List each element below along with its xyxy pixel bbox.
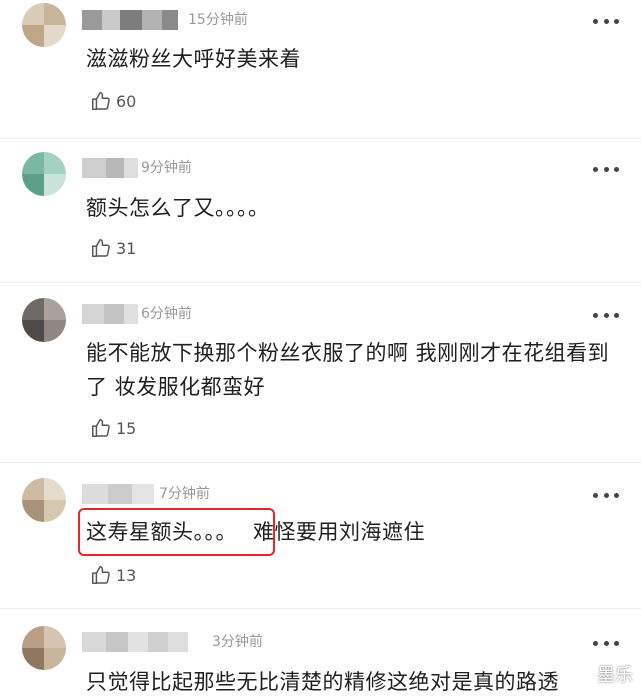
like-count: 31: [116, 238, 137, 258]
like-button[interactable]: 13: [90, 562, 136, 588]
like-count: 15: [116, 418, 137, 438]
thumbs-up-icon: [92, 239, 110, 257]
comment-text-rest: 难怪要用刘海遮住: [253, 520, 425, 544]
like-button[interactable]: 60: [90, 88, 136, 114]
comment-time: 15分钟前: [188, 12, 248, 28]
comment-time: 9分钟前: [141, 160, 192, 176]
username-blurred[interactable]: [82, 484, 154, 504]
like-button[interactable]: 15: [90, 415, 136, 441]
like-button[interactable]: 31: [90, 235, 136, 261]
thumbs-up-icon: [92, 92, 110, 110]
more-dots-icon[interactable]: [593, 164, 619, 174]
avatar[interactable]: [22, 626, 66, 670]
divider: [0, 608, 641, 609]
avatar[interactable]: [22, 3, 66, 47]
thumbs-up-icon: [92, 419, 110, 437]
username-blurred[interactable]: [82, 158, 138, 178]
username-blurred[interactable]: [82, 304, 138, 324]
comment-text: 能不能放下换那个粉丝衣服了的啊 我刚刚才在花组看到了 妆发服化都蛮好: [86, 341, 610, 399]
avatar[interactable]: [22, 478, 66, 522]
divider: [0, 138, 641, 139]
more-dots-icon[interactable]: [593, 16, 619, 26]
like-count: 13: [116, 565, 137, 585]
comment-time: 3分钟前: [212, 634, 263, 650]
comment-time: 6分钟前: [141, 306, 192, 322]
watermark-logo: 墨乐: [597, 665, 633, 686]
divider: [0, 462, 641, 463]
more-dots-icon[interactable]: [593, 310, 619, 320]
comment-text: 只觉得比起那些无比清楚的精修这绝对是真的路透: [86, 670, 559, 694]
more-dots-icon[interactable]: [593, 638, 619, 648]
like-count: 60: [116, 91, 137, 111]
more-dots-icon[interactable]: [593, 490, 619, 500]
comment-text: 额头怎么了又。。。。: [86, 196, 270, 220]
username-blurred[interactable]: [82, 10, 178, 30]
username-blurred[interactable]: [82, 632, 188, 652]
highlight-box: [78, 508, 275, 556]
comment-time: 7分钟前: [159, 486, 210, 502]
divider: [0, 282, 641, 283]
avatar[interactable]: [22, 298, 66, 342]
avatar[interactable]: [22, 152, 66, 196]
thumbs-up-icon: [92, 566, 110, 584]
comment-text: 滋滋粉丝大呼好美来着: [86, 47, 301, 71]
